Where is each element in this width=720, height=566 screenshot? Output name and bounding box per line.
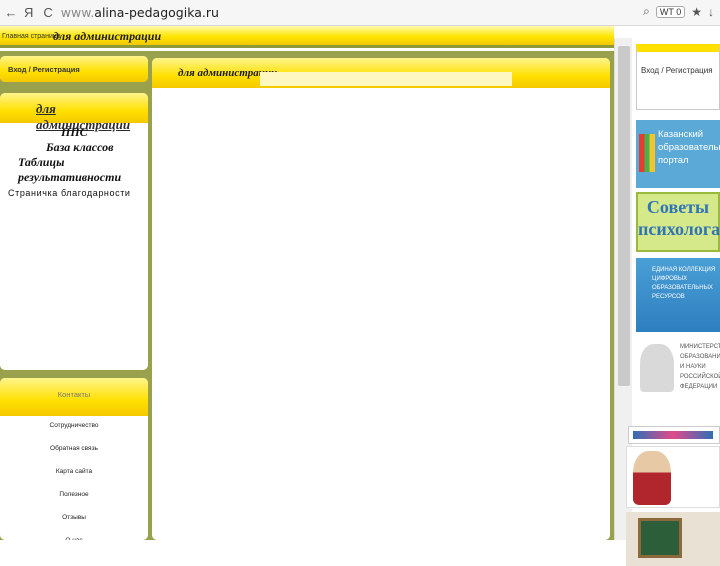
title-highlight xyxy=(260,72,512,86)
kazan-portal-logo-icon xyxy=(639,134,655,172)
address-bar[interactable]: www.alina-pedagogika.ru xyxy=(61,5,219,20)
main-header: для администрации xyxy=(152,58,610,88)
toolbar-right: ⌕ WT 0 ★ ↓ xyxy=(643,4,714,19)
kazan-portal-banner[interactable]: Казанский образовательный портал xyxy=(636,120,720,188)
page: Главная страница для администрации Вход … xyxy=(0,26,720,566)
digital-resources-banner[interactable]: ЕДИНАЯ КОЛЛЕКЦИЯ ЦИФРОВЫХ ОБРАЗОВАТЕЛЬНЫ… xyxy=(636,258,720,332)
login-bar: Вход / Регистрация xyxy=(0,56,148,82)
search-icon[interactable]: ⌕ xyxy=(643,4,650,19)
digital-resources-text: ЕДИНАЯ КОЛЛЕКЦИЯ ЦИФРОВЫХ ОБРАЗОВАТЕЛЬНЫ… xyxy=(652,267,716,300)
login-link[interactable]: Вход / Регистрация xyxy=(8,65,80,74)
contacts-header: Контакты xyxy=(0,378,148,416)
url-scheme: www. xyxy=(60,5,95,20)
contact-item-sitemap[interactable]: Карта сайта xyxy=(0,460,148,483)
ministry-banner[interactable]: МИНИСТЕРСТВО ОБРАЗОВАНИЯ И НАУКИ РОССИЙС… xyxy=(636,338,720,412)
coat-of-arms-icon xyxy=(640,344,674,392)
contact-item-reviews[interactable]: Отзывы xyxy=(0,506,148,529)
admin-panel-header: для администрации xyxy=(0,93,148,132)
decor-strip xyxy=(628,426,720,444)
back-icon[interactable]: ← xyxy=(4,5,18,20)
psychologist-banner[interactable]: Советы психолога xyxy=(636,192,720,252)
chalkboard-icon xyxy=(638,518,682,558)
menu-item-thanks[interactable]: Страничка благодарности xyxy=(0,186,148,200)
psychologist-text: Советы психолога xyxy=(638,197,720,239)
yandex-icon[interactable]: Я xyxy=(24,5,33,20)
browser-toolbar: ← Я C www.alina-pedagogika.ru ⌕ WT 0 ★ ↓ xyxy=(0,0,720,26)
right-login-box: Вход / Регистрация xyxy=(636,44,720,110)
menu-item-classes[interactable]: База классов xyxy=(0,140,148,155)
url-host: alina-pedagogika.ru xyxy=(94,5,219,20)
teacher-image xyxy=(626,446,720,508)
ministry-text: МИНИСТЕРСТВО ОБРАЗОВАНИЯ И НАУКИ РОССИЙС… xyxy=(680,344,720,390)
download-icon[interactable]: ↓ xyxy=(708,5,714,19)
scrollbar-thumb[interactable] xyxy=(618,46,630,386)
reload-icon[interactable]: C xyxy=(43,5,52,20)
menu-item-results[interactable]: Таблицы результативности xyxy=(0,155,148,185)
star-icon[interactable]: ★ xyxy=(691,5,702,19)
home-link[interactable]: Главная страница xyxy=(2,33,61,40)
login-panel: Вход / Регистрация xyxy=(0,56,148,82)
admin-panel: для администрации ППС База классов Табли… xyxy=(0,93,148,370)
contact-item-about[interactable]: О нас xyxy=(0,529,148,540)
contact-item-cooperation[interactable]: Сотрудничество xyxy=(0,414,148,437)
admin-menu: ППС База классов Таблицы результативност… xyxy=(0,125,148,200)
decor-strip-bar xyxy=(633,431,713,439)
contact-item-feedback[interactable]: Обратная связь xyxy=(0,437,148,460)
contacts-panel: Контакты Сотрудничество Обратная связь К… xyxy=(0,378,148,540)
menu-item-pps[interactable]: ППС xyxy=(0,125,148,140)
right-login-link[interactable]: Вход / Регистрация xyxy=(641,66,713,75)
teacher-photo xyxy=(633,451,671,505)
site-header: Главная страница для администрации xyxy=(0,26,614,48)
chalkboard-image xyxy=(626,512,720,566)
kazan-portal-text: Казанский образовательный портал xyxy=(658,129,720,166)
weather-badge[interactable]: WT 0 xyxy=(655,5,686,18)
contacts-heading: Контакты xyxy=(57,390,91,399)
contact-item-useful[interactable]: Полезное xyxy=(0,483,148,506)
contacts-list: Сотрудничество Обратная связь Карта сайт… xyxy=(0,414,148,540)
header-title: для администрации xyxy=(53,29,162,43)
main-content: для администрации xyxy=(152,58,610,540)
